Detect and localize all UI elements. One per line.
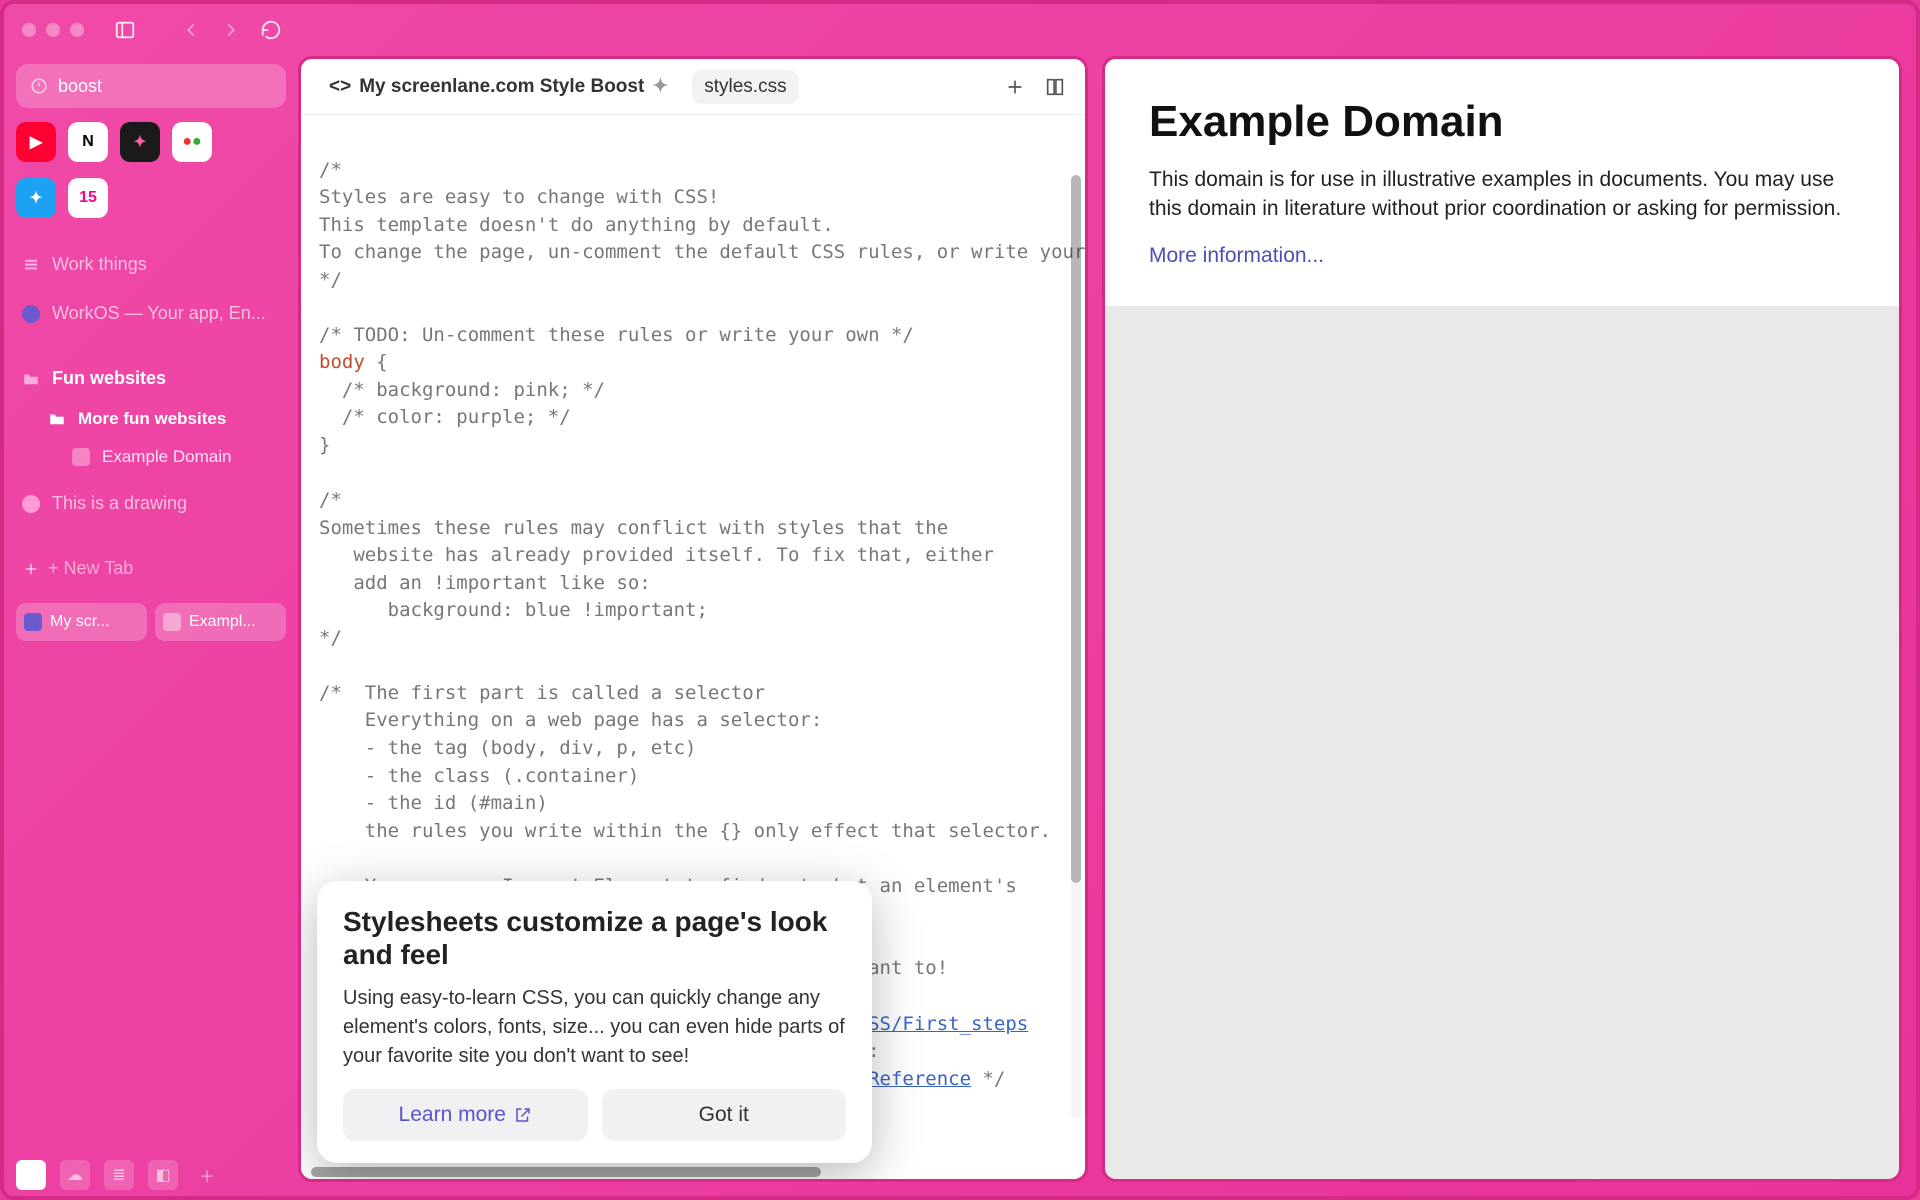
sidebar-item-example[interactable]: Example Domain [64, 441, 286, 473]
address-bar-text: boost [58, 76, 102, 97]
app-pink-icon[interactable]: ✦ [120, 122, 160, 162]
zoom-dot[interactable] [70, 23, 84, 37]
button-label: Got it [699, 1103, 749, 1127]
preview-empty-area [1105, 306, 1899, 1179]
bottom-dock: ☁︎ ≣ ◧ ＋ [16, 1160, 222, 1190]
sparkle-icon [24, 613, 42, 631]
preview-content: Example Domain This domain is for use in… [1105, 59, 1899, 306]
back-icon[interactable] [174, 13, 208, 47]
sidebar-label: Work things [52, 254, 147, 275]
page-icon [72, 448, 90, 466]
workos-icon [22, 305, 40, 323]
app-youtube-icon[interactable]: ▶ [16, 122, 56, 162]
dock-thumbnail[interactable] [16, 1160, 46, 1190]
new-tab-label: + New Tab [48, 558, 133, 579]
sidebar-item-workos[interactable]: WorkOS — Your app, En... [16, 295, 286, 332]
tab-label: styles.css [704, 76, 786, 98]
reload-icon[interactable] [254, 13, 288, 47]
code-icon: <> [329, 76, 351, 98]
split-view-tabs: My scr... Exampl... [16, 603, 286, 641]
page-icon [163, 613, 181, 631]
editor-tabs: <> My screenlane.com Style Boost ✦ style… [301, 59, 1085, 115]
app-calendar-icon[interactable]: 15 [68, 178, 108, 218]
sidebar-toggle-icon[interactable] [108, 13, 142, 47]
sidebar-label: This is a drawing [52, 493, 187, 514]
external-link-icon [514, 1106, 532, 1124]
button-label: Learn more [399, 1103, 506, 1127]
pinned-apps-row-2: ✦ 15 [16, 178, 286, 218]
pinned-apps-row-1: ▶ N ✦ ●● [16, 122, 286, 162]
close-dot[interactable] [22, 23, 36, 37]
more-info-link[interactable]: More information... [1149, 244, 1324, 267]
learn-more-button[interactable]: Learn more [343, 1089, 588, 1141]
app-notion-icon[interactable]: N [68, 122, 108, 162]
minimize-dot[interactable] [46, 23, 60, 37]
sidebar: boost ▶ N ✦ ●● ✦ 15 Work things WorkOS [4, 56, 298, 1196]
app-multicolor-icon[interactable]: ●● [172, 122, 212, 162]
sidebar-label: Fun websites [52, 368, 166, 389]
address-bar[interactable]: boost [16, 64, 286, 108]
sidebar-label: More fun websites [78, 409, 226, 429]
horizontal-scrollbar[interactable] [311, 1167, 821, 1177]
editor-panel: <> My screenlane.com Style Boost ✦ style… [298, 56, 1088, 1182]
drawing-icon [22, 495, 40, 513]
forward-icon[interactable] [214, 13, 248, 47]
dock-cloud-icon[interactable]: ☁︎ [60, 1160, 90, 1190]
dock-db-icon[interactable]: ≣ [104, 1160, 134, 1190]
book-icon[interactable] [1041, 73, 1069, 101]
sidebar-folder-fun[interactable]: Fun websites [16, 360, 286, 397]
page-paragraph: This domain is for use in illustrative e… [1149, 165, 1855, 224]
tab-styles-css[interactable]: styles.css [692, 70, 798, 104]
browser-window: boost ▶ N ✦ ●● ✦ 15 Work things WorkOS [0, 0, 1920, 1200]
dock-bookmark-icon[interactable]: ◧ [148, 1160, 178, 1190]
dock-add-icon[interactable]: ＋ [192, 1160, 222, 1190]
onboarding-popover: Stylesheets customize a page's look and … [317, 881, 872, 1163]
sidebar-item-drawing[interactable]: This is a drawing [16, 485, 286, 522]
mini-tab-2[interactable]: Exampl... [155, 603, 286, 641]
toolbar [4, 4, 1916, 56]
add-tab-icon[interactable] [1001, 73, 1029, 101]
popover-title: Stylesheets customize a page's look and … [343, 905, 846, 972]
sidebar-label: WorkOS — Your app, En... [52, 303, 266, 324]
mini-tab-1[interactable]: My scr... [16, 603, 147, 641]
scrollbar-thumb[interactable] [1071, 175, 1081, 883]
sidebar-folder-morefun[interactable]: More fun websites [40, 403, 286, 435]
popover-body: Using easy-to-learn CSS, you can quickly… [343, 984, 846, 1071]
got-it-button[interactable]: Got it [602, 1089, 847, 1141]
sparkle-icon: ✦ [652, 75, 668, 98]
sidebar-section-work[interactable]: Work things [16, 246, 286, 283]
mini-tab-label: My scr... [50, 613, 110, 631]
preview-panel: Example Domain This domain is for use in… [1102, 56, 1902, 1182]
vertical-scrollbar[interactable] [1071, 175, 1081, 1119]
window-controls [22, 23, 84, 37]
new-tab-button[interactable]: + New Tab [16, 550, 286, 587]
tab-boost[interactable]: <> My screenlane.com Style Boost ✦ [317, 69, 680, 104]
split-panels: <> My screenlane.com Style Boost ✦ style… [298, 56, 1916, 1196]
app-twitter-icon[interactable]: ✦ [16, 178, 56, 218]
mini-tab-label: Exampl... [189, 613, 256, 631]
sidebar-label: Example Domain [102, 447, 231, 467]
tab-label: My screenlane.com Style Boost [359, 76, 644, 98]
page-title: Example Domain [1149, 97, 1855, 147]
